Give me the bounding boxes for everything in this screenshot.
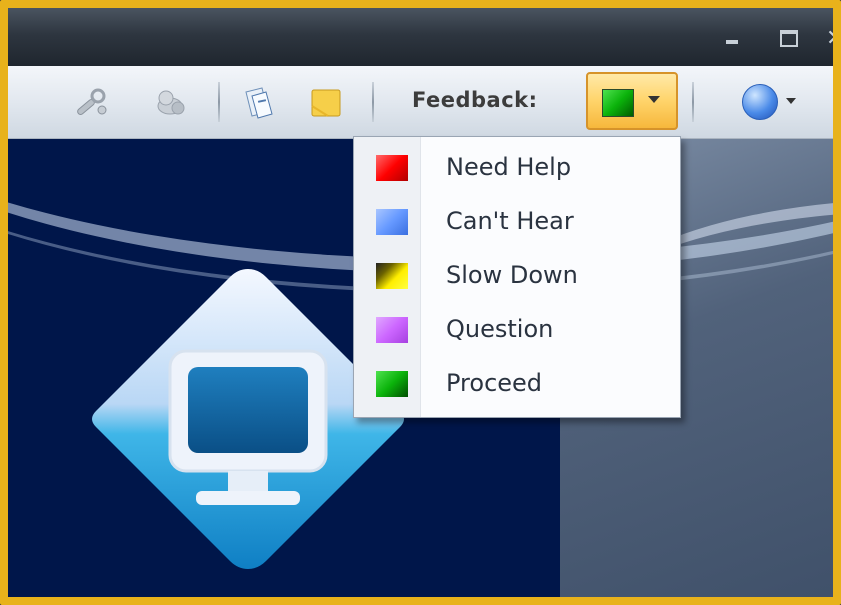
toolbar-separator: [218, 82, 220, 122]
toolbar: Feedback:: [8, 66, 833, 139]
help-icon: [742, 84, 778, 120]
document-icon[interactable]: [240, 86, 276, 120]
menu-item-slow-down[interactable]: Slow Down: [354, 249, 678, 303]
purple-swatch-icon: [376, 317, 408, 343]
menu-item-cant-hear[interactable]: Can't Hear: [354, 195, 678, 249]
green-swatch-icon: [376, 371, 408, 397]
menu-item-label: Slow Down: [446, 261, 578, 289]
help-button[interactable]: [742, 82, 808, 122]
yellow-swatch-icon: [376, 263, 408, 289]
selected-feedback-swatch: [602, 89, 634, 117]
feedback-menu: Need Help Can't Hear Slow Down Question …: [353, 136, 681, 418]
menu-item-label: Proceed: [446, 369, 543, 397]
chevron-down-icon: [786, 98, 796, 104]
restore-icon[interactable]: [774, 26, 800, 48]
red-swatch-icon: [376, 155, 408, 181]
menu-item-proceed[interactable]: Proceed: [354, 357, 678, 411]
feedback-dropdown-button[interactable]: [586, 72, 678, 130]
menu-item-label: Need Help: [446, 153, 572, 181]
cloud-share-icon[interactable]: [154, 86, 190, 120]
toolbar-separator: [692, 82, 694, 122]
menu-item-question[interactable]: Question: [354, 303, 678, 357]
minimize-icon[interactable]: [722, 26, 748, 48]
blue-swatch-icon: [376, 209, 408, 235]
chevron-down-icon: [648, 96, 660, 103]
menu-item-label: Question: [446, 315, 554, 343]
app-window: ✕ Feedback:: [0, 0, 841, 605]
menu-item-need-help[interactable]: Need Help: [354, 141, 678, 195]
feedback-label: Feedback:: [412, 88, 538, 112]
sticky-note-icon[interactable]: [308, 86, 344, 120]
toolbar-separator: [372, 82, 374, 122]
menu-item-label: Can't Hear: [446, 207, 574, 235]
close-icon[interactable]: ✕: [826, 26, 833, 51]
tools-icon[interactable]: [72, 86, 108, 120]
title-bar: ✕: [8, 8, 833, 66]
